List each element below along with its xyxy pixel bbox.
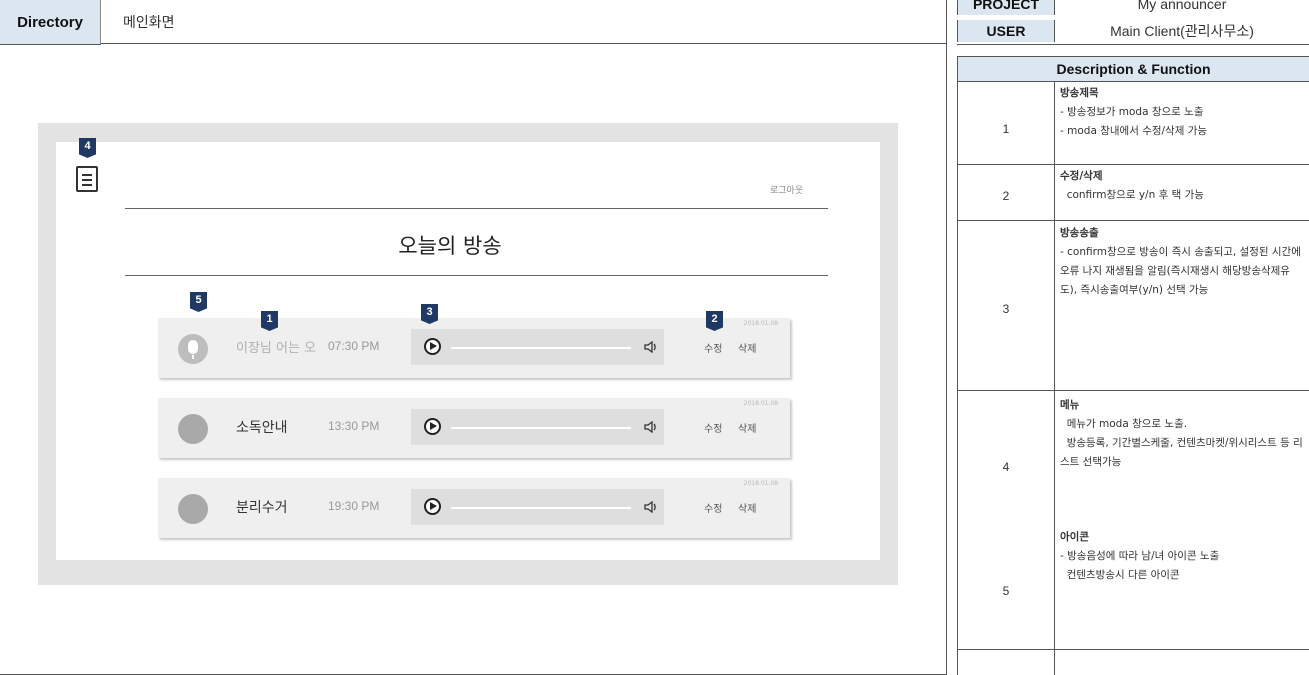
broadcast-card[interactable]: 분리수거 19:30 PM 2018.01.08 수정 삭제 [158, 478, 790, 538]
play-icon[interactable] [424, 498, 441, 515]
delete-button[interactable]: 삭제 [738, 340, 756, 355]
row-divider [958, 649, 1309, 650]
row-description: 방송송출 - confirm창으로 방송이 즉시 송출되고, 설정된 시간에 오… [1060, 224, 1304, 300]
user-avatar [178, 414, 208, 444]
row-number: 4 [1002, 460, 1010, 474]
logout-link[interactable]: 로그아웃 [770, 183, 803, 196]
description-header: Description & Function [958, 56, 1309, 82]
row-title: 방송제목 [1060, 87, 1099, 99]
broadcast-card[interactable]: 이장님 어는 오 07:30 PM 2018.01.08 수정 삭제 [158, 318, 790, 378]
directory-value: 메인화면 [101, 0, 947, 44]
marker-player: 3 [421, 304, 438, 324]
directory-label: Directory [0, 0, 101, 45]
broadcast-date: 2018.01.08 [743, 320, 778, 327]
row-description: 수정/삭제 confirm창으로 y/n 후 택 가능 [1060, 167, 1304, 205]
row-title: 아이콘 [1060, 531, 1089, 543]
page-title: 오늘의 방송 [398, 234, 502, 258]
marker-edit: 2 [706, 311, 723, 331]
speaker-icon[interactable] [643, 419, 659, 435]
row-divider [958, 220, 1309, 221]
row-body: - 방송음성에 따라 남/녀 아이콘 노출 컨텐츠방송시 다른 아이콘 [1060, 550, 1220, 581]
audio-player [411, 489, 664, 525]
header-divider [125, 208, 828, 209]
speaker-icon[interactable] [643, 339, 659, 355]
row-description: 아이콘 - 방송음성에 따라 남/녀 아이콘 노출 컨텐츠방송시 다른 아이콘 [1060, 528, 1304, 585]
project-value: My announcer [1137, 0, 1227, 12]
delete-button[interactable]: 삭제 [738, 500, 756, 515]
progress-track[interactable] [451, 427, 631, 429]
broadcast-time: 19:30 PM [328, 499, 380, 513]
progress-track[interactable] [451, 507, 631, 509]
row-number: 2 [1002, 189, 1010, 203]
row-body: - 방송정보가 moda 창으로 노출 - moda 창내에서 수정/삭제 가능 [1060, 106, 1208, 137]
project-meta-table: PROJECT My announcer USER Main Client(관리… [957, 0, 1309, 45]
row-number: 5 [1002, 584, 1010, 598]
broadcast-time: 13:30 PM [328, 419, 380, 433]
play-icon[interactable] [424, 418, 441, 435]
title-divider [125, 275, 828, 276]
audio-player [411, 409, 664, 445]
broadcast-date: 2018.01.08 [743, 400, 778, 407]
row-body: - confirm창으로 방송이 즉시 송출되고, 설정된 시간에 오류 나지 … [1060, 246, 1305, 296]
row-divider [958, 390, 1309, 391]
edit-button[interactable]: 수정 [704, 340, 722, 355]
row-body: 메뉴가 moda 창으로 노출. 방송등록, 기간별스케줄, 컨텐츠마켓/위시리… [1060, 418, 1303, 468]
speaker-icon[interactable] [643, 499, 659, 515]
user-label: USER [957, 20, 1055, 42]
row-description: 방송제목 - 방송정보가 moda 창으로 노출 - moda 창내에서 수정/… [1060, 84, 1304, 141]
row-title: 방송송출 [1060, 227, 1099, 239]
delete-button[interactable]: 삭제 [738, 420, 756, 435]
row-number: 3 [1002, 302, 1010, 316]
broadcast-title[interactable]: 분리수거 [236, 497, 288, 517]
user-row: USER Main Client(관리사무소) [957, 20, 1309, 42]
menu-icon[interactable] [76, 166, 98, 192]
microphone-stand [192, 355, 194, 359]
row-number: 1 [1002, 122, 1010, 136]
user-avatar [178, 494, 208, 524]
row-title: 수정/삭제 [1060, 170, 1103, 182]
project-row: PROJECT My announcer [957, 0, 1309, 15]
broadcast-time: 07:30 PM [328, 339, 380, 353]
column-divider [1054, 82, 1055, 675]
broadcast-title[interactable]: 소독안내 [236, 417, 288, 437]
edit-button[interactable]: 수정 [704, 420, 722, 435]
audio-player [411, 329, 664, 365]
marker-avatar: 5 [190, 292, 207, 312]
project-label: PROJECT [957, 0, 1055, 15]
mic-avatar [178, 334, 208, 364]
edit-button[interactable]: 수정 [704, 500, 722, 515]
row-body: confirm창으로 y/n 후 택 가능 [1060, 189, 1204, 201]
broadcast-title[interactable]: 이장님 어는 오 [236, 337, 316, 356]
description-panel: Description & Function 1 방송제목 - 방송정보가 mo… [957, 56, 1309, 675]
marker-title: 1 [261, 311, 278, 331]
broadcast-card[interactable]: 소독안내 13:30 PM 2018.01.08 수정 삭제 [158, 398, 790, 458]
progress-track[interactable] [451, 347, 631, 349]
row-title: 메뉴 [1060, 399, 1080, 411]
marker-menu: 4 [79, 138, 96, 158]
row-divider [958, 164, 1309, 165]
user-value: Main Client(관리사무소) [1110, 23, 1254, 39]
microphone-icon [188, 340, 198, 354]
broadcast-date: 2018.01.08 [743, 480, 778, 487]
play-icon[interactable] [424, 338, 441, 355]
row-description: 메뉴 메뉴가 moda 창으로 노출. 방송등록, 기간별스케줄, 컨텐츠마켓/… [1060, 396, 1304, 472]
